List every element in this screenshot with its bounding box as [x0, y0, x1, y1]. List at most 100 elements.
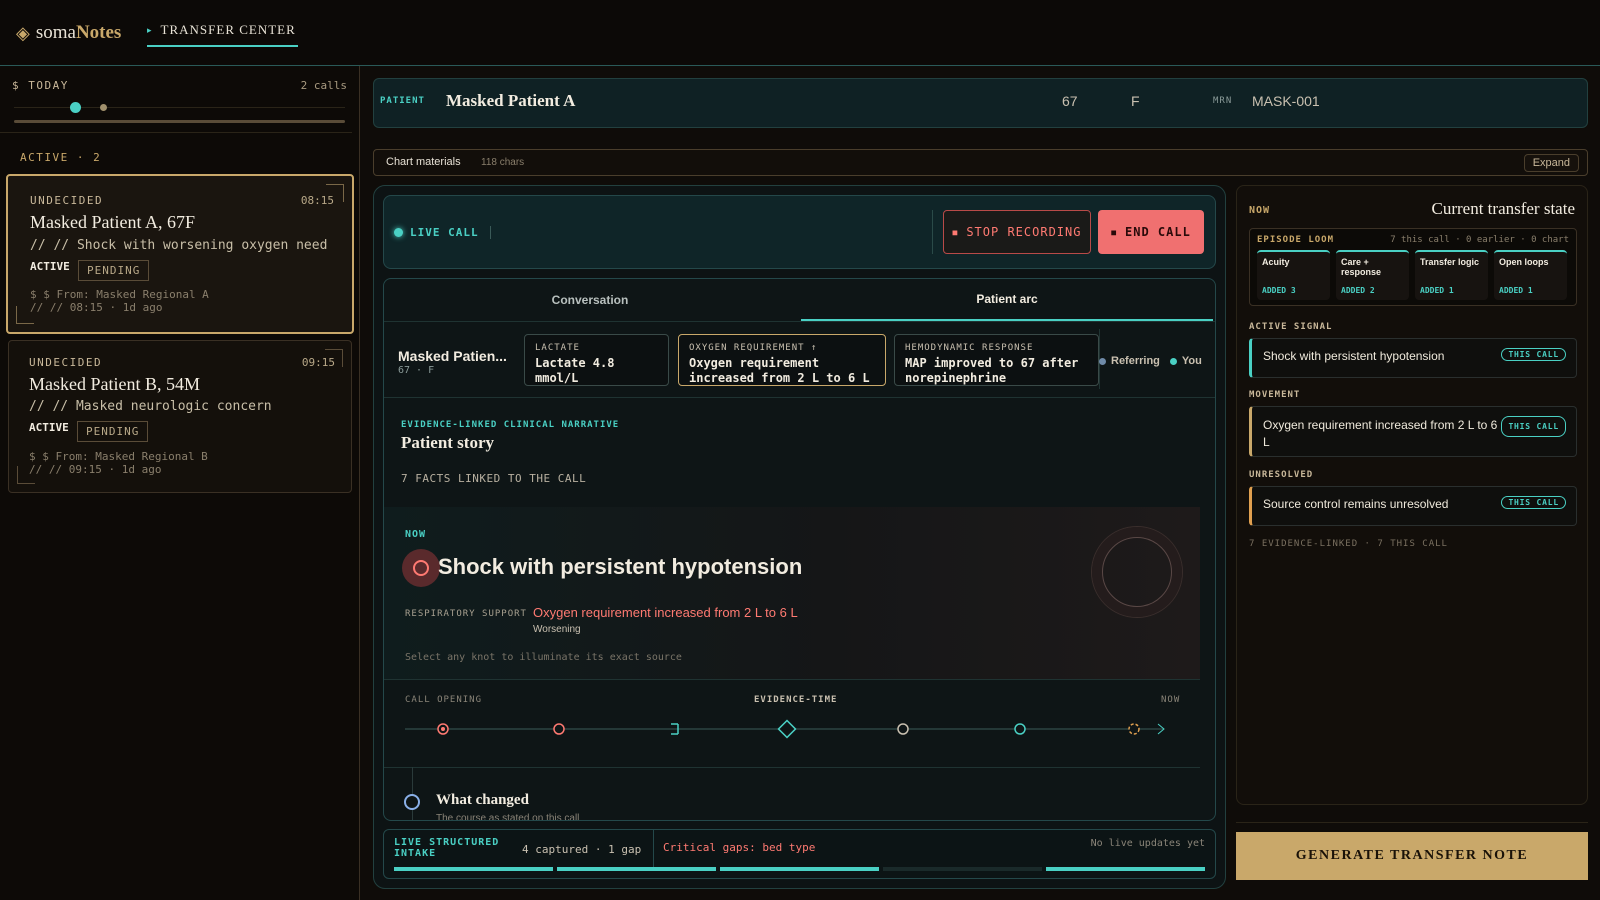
alert-knot-icon — [413, 560, 429, 576]
tab-label: TRANSFER CENTER — [160, 22, 296, 37]
tab-transfer-center[interactable]: ▸ TRANSFER CENTER — [147, 22, 298, 47]
timeline-knot[interactable] — [777, 719, 797, 739]
patient-arc-panel: Conversation Patient arc Masked Patien..… — [383, 278, 1216, 821]
intake-captured: 4 captured · 1 gap — [522, 843, 642, 856]
timeline-knot[interactable] — [553, 723, 565, 735]
loom-transfer-logic[interactable]: Transfer logic ADDED 1 — [1415, 250, 1488, 300]
card-ago: // // 08:15 · 1d ago — [30, 301, 163, 314]
now-label: NOW — [405, 529, 427, 540]
mrn-value: MASK-001 — [1252, 93, 1320, 109]
stop-label: STOP RECORDING — [966, 225, 1082, 239]
hemodynamic-chip[interactable]: HEMODYNAMIC RESPONSE MAP improved to 67 … — [894, 334, 1099, 386]
support-trend: Worsening — [533, 624, 581, 635]
timeline-knot[interactable] — [1014, 723, 1026, 735]
tab-patient-arc[interactable]: Patient arc — [801, 279, 1213, 321]
loom-added: ADDED 3 — [1262, 286, 1296, 295]
timeline-knot[interactable] — [897, 723, 909, 735]
changed-knot-icon — [404, 794, 420, 810]
day-scrollbar[interactable] — [14, 120, 345, 123]
brand-prefix: soma — [35, 22, 76, 43]
day-track — [14, 107, 345, 108]
loom-name: Care + response — [1341, 257, 1382, 277]
patient-label: PATIENT — [380, 96, 425, 106]
call-marker[interactable] — [100, 104, 107, 111]
patient-sex: F — [1131, 93, 1140, 109]
unresolved-text: Source control remains unresolved — [1263, 497, 1449, 511]
loom-name: Acuity — [1262, 257, 1290, 267]
legend-label: You — [1181, 355, 1202, 367]
stop-icon: ■ — [952, 227, 959, 237]
active-signal-card[interactable]: Shock with persistent hypotension THIS C… — [1249, 338, 1577, 378]
divider — [384, 679, 1200, 680]
intake-gaps: Critical gaps: bed type — [663, 841, 816, 854]
live-intake-bar: LIVE STRUCTURED INTAKE 4 captured · 1 ga… — [383, 829, 1216, 879]
timeline-start: CALL OPENING — [405, 695, 483, 705]
timeline-knot[interactable] — [1128, 723, 1140, 735]
card-state: ACTIVE — [29, 421, 69, 434]
tab-conversation[interactable]: Conversation — [384, 279, 796, 321]
today-label: $ TODAY — [12, 79, 69, 92]
card-patient-name: Masked Patient B, 54M — [29, 374, 200, 394]
loom-open-loops[interactable]: Open loops ADDED 1 — [1494, 250, 1567, 300]
call-marker-active[interactable] — [70, 102, 81, 113]
stop-recording-button[interactable]: ■ STOP RECORDING — [943, 210, 1091, 254]
referring-dot-icon — [1099, 357, 1106, 365]
oxygen-chip[interactable]: OXYGEN REQUIREMENT ↑ Oxygen requirement … — [678, 334, 886, 386]
expand-button[interactable]: Expand — [1523, 154, 1579, 172]
loom-label: EPISODE LOOM — [1257, 235, 1335, 245]
this-call-badge: THIS CALL — [1501, 348, 1566, 361]
loom-meta: 7 this call · 0 earlier · 0 chart — [1390, 235, 1569, 245]
loom-name: Transfer logic — [1420, 257, 1480, 267]
changed-title: What changed — [436, 792, 529, 808]
pulse-inner-ring — [1102, 537, 1172, 607]
episode-loom: EPISODE LOOM 7 this call · 0 earlier · 0… — [1249, 228, 1577, 306]
evidence-footer: 7 EVIDENCE-LINKED · 7 THIS CALL — [1249, 539, 1448, 549]
divider — [384, 767, 1200, 768]
divider — [384, 321, 1215, 322]
status-badge: PENDING — [77, 421, 149, 442]
status-badge: PENDING — [78, 260, 150, 281]
movement-card[interactable]: Oxygen requirement increased from 2 L to… — [1249, 406, 1577, 457]
arc-legend: Referring You — [1099, 355, 1202, 367]
patient-header: PATIENT Masked Patient A 67 F MRN MASK-0… — [373, 78, 1588, 128]
changed-sub: The course as stated on this call — [436, 813, 580, 821]
end-call-button[interactable]: ■ END CALL — [1098, 210, 1204, 254]
card-status: UNDECIDED — [30, 194, 104, 207]
generate-transfer-note-button[interactable]: GENERATE TRANSFER NOTE — [1236, 832, 1588, 880]
lactate-chip[interactable]: LACTATE Lactate 4.8 mmol/L — [524, 334, 669, 386]
movement-text: Oxygen requirement increased from 2 L to… — [1263, 418, 1498, 449]
card-patient-name: Masked Patient A, 67F — [30, 212, 195, 232]
divider — [1236, 822, 1588, 823]
diamond-logo-icon: ◈ — [16, 22, 30, 43]
brand-logo[interactable]: ◈ somaNotes — [16, 22, 121, 44]
patient-card-a[interactable]: UNDECIDED 08:15 Masked Patient A, 67F //… — [6, 174, 354, 334]
divider — [384, 397, 1215, 398]
card-concern: // // Shock with worsening oxygen need — [30, 238, 328, 253]
intake-title-line1: LIVE STRUCTURED — [394, 837, 500, 848]
card-from: $ $ From: Masked Regional A — [30, 288, 209, 301]
legend-referring: Referring — [1099, 355, 1160, 367]
intake-updates: No live updates yet — [1090, 838, 1205, 849]
chip-value: Lactate 4.8 mmol/L — [535, 356, 615, 385]
timeline-knot-core — [441, 727, 445, 731]
movement-label: MOVEMENT — [1249, 390, 1301, 400]
patient-card-b[interactable]: UNDECIDED 09:15 Masked Patient B, 54M //… — [8, 340, 352, 493]
loom-care-response[interactable]: Care + response ADDED 2 — [1336, 250, 1409, 300]
now-label: NOW — [1249, 205, 1271, 216]
timeline-middle: EVIDENCE-TIME — [754, 695, 838, 705]
alert-knot[interactable] — [402, 549, 440, 587]
chart-materials-chars: 118 chars — [481, 157, 525, 168]
patient-name: Masked Patient A — [446, 91, 576, 110]
chart-materials-bar[interactable]: Chart materials 118 chars Expand — [373, 149, 1588, 176]
unresolved-card[interactable]: Source control remains unresolved THIS C… — [1249, 486, 1577, 526]
play-icon: ▸ — [147, 25, 153, 35]
chart-materials-label: Chart materials — [386, 156, 461, 168]
this-call-badge: THIS CALL — [1501, 496, 1566, 509]
arc-patient-name: Masked Patien... — [398, 348, 507, 364]
legend-you: You — [1169, 355, 1202, 367]
now-headline: Shock with persistent hypotension — [438, 554, 803, 579]
loom-acuity[interactable]: Acuity ADDED 3 — [1257, 250, 1330, 300]
divider — [653, 830, 654, 868]
divider — [0, 132, 352, 133]
support-label: RESPIRATORY SUPPORT — [405, 609, 527, 619]
